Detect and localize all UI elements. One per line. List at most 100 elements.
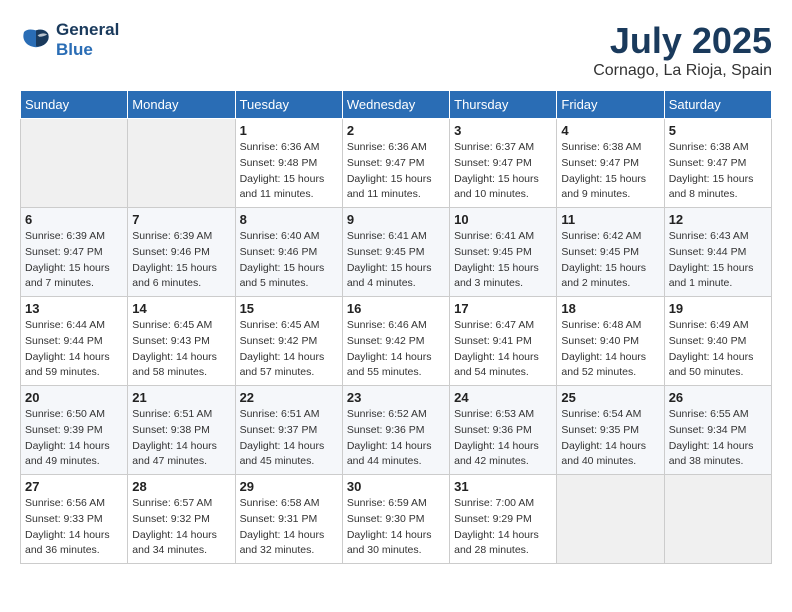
- calendar-cell: 29 Sunrise: 6:58 AMSunset: 9:31 PMDayligh…: [235, 475, 342, 564]
- calendar-cell: 1Sunrise: 6:36 AMSunset: 9:48 PMDaylight…: [235, 119, 342, 208]
- day-detail: Sunrise: 6:47 AMSunset: 9:41 PMDaylight:…: [454, 318, 552, 381]
- logo-text: General Blue: [56, 20, 119, 60]
- weekday-header-friday: Friday: [557, 91, 664, 119]
- day-detail: Sunrise: 6:50 AMSunset: 9:39 PMDaylight:…: [25, 407, 123, 470]
- day-number: 26: [669, 390, 767, 405]
- day-detail: Sunrise: 6:40 AMSunset: 9:46 PMDaylight:…: [240, 229, 338, 292]
- day-detail: Sunrise: 6:38 AMSunset: 9:47 PMDaylight:…: [561, 140, 659, 203]
- calendar-cell: [557, 475, 664, 564]
- day-detail: Sunrise: 6:48 AMSunset: 9:40 PMDaylight:…: [561, 318, 659, 381]
- weekday-header-monday: Monday: [128, 91, 235, 119]
- month-year: July 2025: [593, 20, 772, 62]
- calendar-cell: 12Sunrise: 6:43 AMSunset: 9:44 PMDayligh…: [664, 208, 771, 297]
- calendar-cell: 20 Sunrise: 6:50 AMSunset: 9:39 PMDayligh…: [21, 386, 128, 475]
- day-detail: Sunrise: 6:44 AMSunset: 9:44 PMDaylight:…: [25, 318, 123, 381]
- calendar-cell: 7Sunrise: 6:39 AMSunset: 9:46 PMDaylight…: [128, 208, 235, 297]
- calendar-cell: 27 Sunrise: 6:56 AMSunset: 9:33 PMDayligh…: [21, 475, 128, 564]
- day-detail: Sunrise: 6:39 AMSunset: 9:46 PMDaylight:…: [132, 229, 230, 292]
- day-number: 15: [240, 301, 338, 316]
- calendar-week-row: 13 Sunrise: 6:44 AMSunset: 9:44 PMDayligh…: [21, 297, 772, 386]
- calendar-cell: 28 Sunrise: 6:57 AMSunset: 9:32 PMDayligh…: [128, 475, 235, 564]
- day-detail: Sunrise: 6:56 AMSunset: 9:33 PMDaylight:…: [25, 496, 123, 559]
- calendar-cell: 8 Sunrise: 6:40 AMSunset: 9:46 PMDaylight…: [235, 208, 342, 297]
- day-detail: Sunrise: 6:53 AMSunset: 9:36 PMDaylight:…: [454, 407, 552, 470]
- day-number: 23: [347, 390, 445, 405]
- day-number: 19: [669, 301, 767, 316]
- day-detail: Sunrise: 6:49 AMSunset: 9:40 PMDaylight:…: [669, 318, 767, 381]
- calendar-cell: 23 Sunrise: 6:52 AMSunset: 9:36 PMDayligh…: [342, 386, 449, 475]
- day-number: 28: [132, 479, 230, 494]
- weekday-header-row: SundayMondayTuesdayWednesdayThursdayFrid…: [21, 91, 772, 119]
- weekday-header-tuesday: Tuesday: [235, 91, 342, 119]
- day-number: 8: [240, 212, 338, 227]
- day-number: 2: [347, 123, 445, 138]
- day-detail: Sunrise: 6:57 AMSunset: 9:32 PMDaylight:…: [132, 496, 230, 559]
- calendar-cell: 21 Sunrise: 6:51 AMSunset: 9:38 PMDayligh…: [128, 386, 235, 475]
- day-detail: Sunrise: 7:00 AMSunset: 9:29 PMDaylight:…: [454, 496, 552, 559]
- day-number: 20: [25, 390, 123, 405]
- day-number: 13: [25, 301, 123, 316]
- day-detail: Sunrise: 6:52 AMSunset: 9:36 PMDaylight:…: [347, 407, 445, 470]
- day-detail: Sunrise: 6:59 AMSunset: 9:30 PMDaylight:…: [347, 496, 445, 559]
- day-number: 14: [132, 301, 230, 316]
- day-number: 11: [561, 212, 659, 227]
- calendar-cell: 14Sunrise: 6:45 AMSunset: 9:43 PMDayligh…: [128, 297, 235, 386]
- location: Cornago, La Rioja, Spain: [593, 62, 772, 80]
- day-detail: Sunrise: 6:51 AMSunset: 9:37 PMDaylight:…: [240, 407, 338, 470]
- day-number: 16: [347, 301, 445, 316]
- day-number: 31: [454, 479, 552, 494]
- day-detail: Sunrise: 6:41 AMSunset: 9:45 PMDaylight:…: [347, 229, 445, 292]
- page-header: General Blue July 2025 Cornago, La Rioja…: [20, 20, 772, 80]
- calendar-cell: 24 Sunrise: 6:53 AMSunset: 9:36 PMDayligh…: [450, 386, 557, 475]
- day-detail: Sunrise: 6:38 AMSunset: 9:47 PMDaylight:…: [669, 140, 767, 203]
- day-number: 24: [454, 390, 552, 405]
- calendar-cell: 19 Sunrise: 6:49 AMSunset: 9:40 PMDayligh…: [664, 297, 771, 386]
- day-number: 21: [132, 390, 230, 405]
- calendar-cell: 30 Sunrise: 6:59 AMSunset: 9:30 PMDayligh…: [342, 475, 449, 564]
- day-number: 29: [240, 479, 338, 494]
- day-number: 30: [347, 479, 445, 494]
- day-detail: Sunrise: 6:46 AMSunset: 9:42 PMDaylight:…: [347, 318, 445, 381]
- day-number: 17: [454, 301, 552, 316]
- day-number: 27: [25, 479, 123, 494]
- calendar-cell: 11 Sunrise: 6:42 AMSunset: 9:45 PMDayligh…: [557, 208, 664, 297]
- calendar-cell: 9 Sunrise: 6:41 AMSunset: 9:45 PMDaylight…: [342, 208, 449, 297]
- day-number: 4: [561, 123, 659, 138]
- calendar-cell: 2 Sunrise: 6:36 AMSunset: 9:47 PMDaylight…: [342, 119, 449, 208]
- calendar-cell: 3Sunrise: 6:37 AMSunset: 9:47 PMDaylight…: [450, 119, 557, 208]
- day-number: 22: [240, 390, 338, 405]
- calendar-cell: 13 Sunrise: 6:44 AMSunset: 9:44 PMDayligh…: [21, 297, 128, 386]
- day-detail: Sunrise: 6:41 AMSunset: 9:45 PMDaylight:…: [454, 229, 552, 292]
- day-detail: Sunrise: 6:42 AMSunset: 9:45 PMDaylight:…: [561, 229, 659, 292]
- calendar-cell: 17 Sunrise: 6:47 AMSunset: 9:41 PMDayligh…: [450, 297, 557, 386]
- weekday-header-thursday: Thursday: [450, 91, 557, 119]
- day-detail: Sunrise: 6:58 AMSunset: 9:31 PMDaylight:…: [240, 496, 338, 559]
- calendar-cell: 26 Sunrise: 6:55 AMSunset: 9:34 PMDayligh…: [664, 386, 771, 475]
- day-detail: Sunrise: 6:36 AMSunset: 9:47 PMDaylight:…: [347, 140, 445, 203]
- day-number: 6: [25, 212, 123, 227]
- calendar-cell: 18Sunrise: 6:48 AMSunset: 9:40 PMDayligh…: [557, 297, 664, 386]
- day-number: 9: [347, 212, 445, 227]
- calendar-week-row: 27 Sunrise: 6:56 AMSunset: 9:33 PMDayligh…: [21, 475, 772, 564]
- weekday-header-wednesday: Wednesday: [342, 91, 449, 119]
- calendar-cell: 25Sunrise: 6:54 AMSunset: 9:35 PMDayligh…: [557, 386, 664, 475]
- day-detail: Sunrise: 6:51 AMSunset: 9:38 PMDaylight:…: [132, 407, 230, 470]
- day-detail: Sunrise: 6:54 AMSunset: 9:35 PMDaylight:…: [561, 407, 659, 470]
- calendar-cell: [664, 475, 771, 564]
- day-detail: Sunrise: 6:43 AMSunset: 9:44 PMDaylight:…: [669, 229, 767, 292]
- day-detail: Sunrise: 6:39 AMSunset: 9:47 PMDaylight:…: [25, 229, 123, 292]
- calendar-week-row: 1Sunrise: 6:36 AMSunset: 9:48 PMDaylight…: [21, 119, 772, 208]
- day-number: 5: [669, 123, 767, 138]
- logo: General Blue: [20, 20, 119, 60]
- day-detail: Sunrise: 6:37 AMSunset: 9:47 PMDaylight:…: [454, 140, 552, 203]
- calendar-cell: 31 Sunrise: 7:00 AMSunset: 9:29 PMDayligh…: [450, 475, 557, 564]
- calendar-cell: 16 Sunrise: 6:46 AMSunset: 9:42 PMDayligh…: [342, 297, 449, 386]
- day-number: 1: [240, 123, 338, 138]
- calendar-cell: 15Sunrise: 6:45 AMSunset: 9:42 PMDayligh…: [235, 297, 342, 386]
- logo-icon: [20, 24, 52, 56]
- calendar-cell: 22 Sunrise: 6:51 AMSunset: 9:37 PMDayligh…: [235, 386, 342, 475]
- calendar-cell: 5 Sunrise: 6:38 AMSunset: 9:47 PMDaylight…: [664, 119, 771, 208]
- day-detail: Sunrise: 6:55 AMSunset: 9:34 PMDaylight:…: [669, 407, 767, 470]
- calendar-cell: 10 Sunrise: 6:41 AMSunset: 9:45 PMDayligh…: [450, 208, 557, 297]
- day-number: 10: [454, 212, 552, 227]
